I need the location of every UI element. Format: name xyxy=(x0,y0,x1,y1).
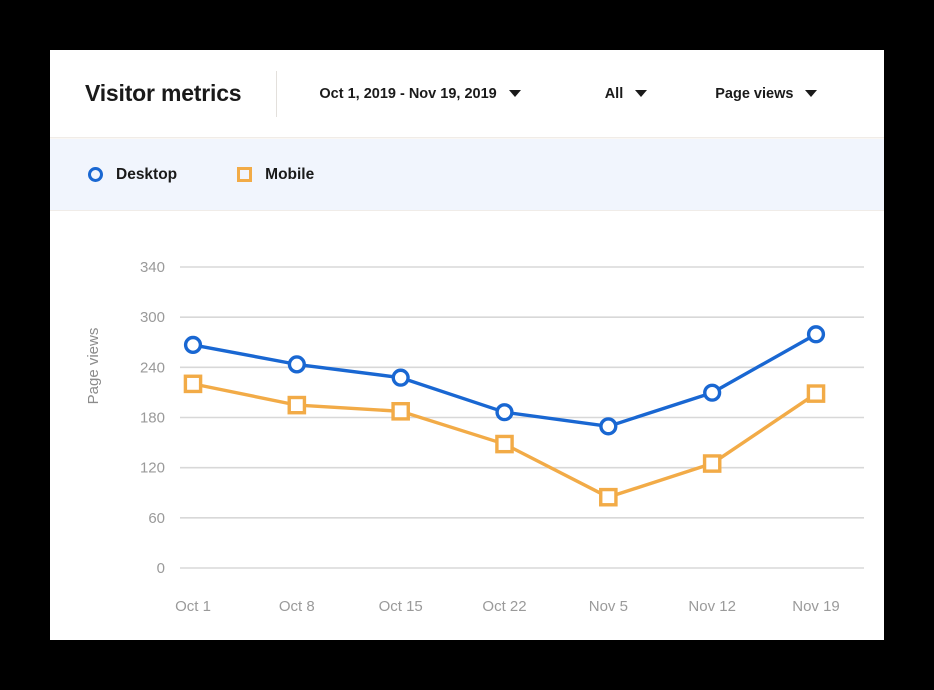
data-point-desktop[interactable] xyxy=(703,383,722,402)
chevron-down-icon xyxy=(635,90,648,97)
y-axis-tick-label: 0 xyxy=(157,560,165,577)
legend-item-label: Desktop xyxy=(116,165,178,183)
data-point-mobile[interactable] xyxy=(702,454,722,473)
square-icon xyxy=(237,167,253,182)
data-point-desktop[interactable] xyxy=(287,355,306,374)
data-point-desktop[interactable] xyxy=(183,335,203,355)
chart-x-axis-ticks: Oct 1 Oct 8 Oct 15 Oct 22 Nov 5 Nov 12 Nov 19 xyxy=(175,598,840,615)
metric-selector[interactable]: Page views xyxy=(715,85,818,102)
x-axis-tick-label: Nov 12 xyxy=(688,598,736,615)
data-point-desktop[interactable] xyxy=(806,325,826,344)
x-axis-tick-label: Oct 22 xyxy=(482,598,526,615)
x-axis-tick-label: Nov 5 xyxy=(589,598,628,615)
visitor-metrics-card: Visitor metrics Oct 1, 2019 - Nov 19, 20… xyxy=(50,50,884,640)
y-axis-tick-label: 340 xyxy=(140,259,165,276)
chart-legend: Desktop Mobile xyxy=(50,138,884,211)
segment-label: All xyxy=(604,85,624,102)
data-point-mobile[interactable] xyxy=(391,402,410,421)
x-axis-tick-label: Oct 1 xyxy=(175,598,211,615)
line-chart[interactable]: 340 300 240 180 120 60 0 Oct 1 Oct 8 Oct 15 Oct 2… xyxy=(50,211,884,639)
chart-y-axis-ticks: 340 300 240 180 120 60 0 xyxy=(140,259,165,577)
header-controls: Oct 1, 2019 - Nov 19, 2019 All Page view… xyxy=(277,86,884,102)
chevron-down-icon xyxy=(508,90,521,97)
y-axis-title: Page views xyxy=(85,328,102,405)
legend-item-desktop[interactable]: Desktop xyxy=(88,166,177,184)
screen-root: Visitor metrics Oct 1, 2019 - Nov 19, 20… xyxy=(0,0,934,690)
data-point-mobile[interactable] xyxy=(287,395,307,415)
circle-icon xyxy=(88,167,103,182)
segment-selector[interactable]: All xyxy=(605,86,648,102)
data-point-mobile[interactable] xyxy=(495,434,514,454)
metric-label: Page views xyxy=(715,85,794,102)
data-point-mobile[interactable] xyxy=(599,487,618,507)
data-point-mobile[interactable] xyxy=(183,374,203,394)
chevron-down-icon xyxy=(805,90,818,97)
legend-item-label: Mobile xyxy=(265,165,315,183)
chart-gridlines xyxy=(180,266,864,569)
data-point-desktop[interactable] xyxy=(391,368,410,387)
y-axis-tick-label: 180 xyxy=(140,410,165,427)
legend-item-mobile[interactable]: Mobile xyxy=(237,166,314,184)
x-axis-tick-label: Oct 8 xyxy=(279,598,315,615)
x-axis-tick-label: Nov 19 xyxy=(792,598,840,615)
y-axis-tick-label: 300 xyxy=(140,309,165,326)
x-axis-tick-label: Oct 15 xyxy=(379,598,423,615)
data-point-desktop[interactable] xyxy=(495,403,514,422)
chart-area: 340 300 240 180 120 60 0 Oct 1 Oct 8 Oct 15 Oct 2… xyxy=(50,211,884,639)
card-header: Visitor metrics Oct 1, 2019 - Nov 19, 20… xyxy=(50,50,884,138)
date-range-label: Oct 1, 2019 - Nov 19, 2019 xyxy=(319,85,497,102)
data-point-mobile[interactable] xyxy=(806,384,826,403)
y-axis-tick-label: 240 xyxy=(140,359,165,376)
data-point-desktop[interactable] xyxy=(599,417,618,436)
y-axis-tick-label: 60 xyxy=(148,510,165,527)
y-axis-tick-label: 120 xyxy=(140,460,165,477)
page-title: Visitor metrics xyxy=(85,80,242,106)
date-range-selector[interactable]: Oct 1, 2019 - Nov 19, 2019 xyxy=(319,85,521,102)
chart-series xyxy=(183,325,826,507)
